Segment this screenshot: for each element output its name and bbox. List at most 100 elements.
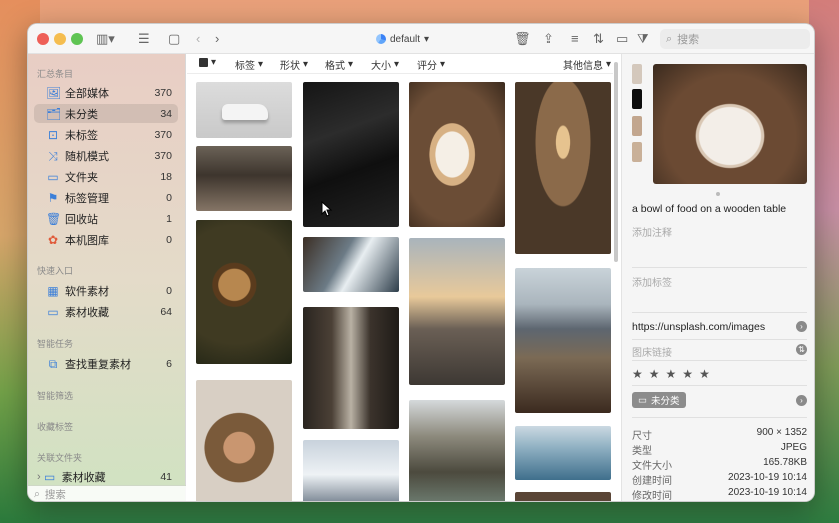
sidebar-item-software-assets[interactable]: ▦ 软件素材 0 bbox=[34, 281, 178, 300]
thumbnail-magnifier[interactable] bbox=[196, 220, 292, 364]
thumbnail-partial[interactable] bbox=[515, 492, 611, 501]
rating-stars[interactable]: ★ ★ ★ ★ ★ bbox=[632, 367, 710, 381]
meta-row: 尺寸 900 × 1352 bbox=[632, 427, 807, 442]
sidebar-search[interactable]: ⌕ 搜索 bbox=[28, 485, 186, 501]
toolbar-search-input[interactable]: 搜索 bbox=[677, 31, 699, 47]
image-link-input[interactable]: 图床链接 bbox=[632, 344, 672, 359]
divider bbox=[632, 312, 807, 313]
inspector-toggle-icon[interactable]: ▭ bbox=[616, 30, 628, 48]
list-view-icon[interactable]: ≡ bbox=[571, 30, 579, 48]
grid-icon: ▦ bbox=[47, 283, 59, 298]
share-icon[interactable]: ⇪ bbox=[543, 30, 554, 48]
forward-icon[interactable]: › bbox=[215, 30, 219, 48]
chevron-right-icon[interactable]: › bbox=[37, 471, 41, 483]
filter-shape[interactable]: 形状 ▾ bbox=[280, 57, 308, 72]
sidebar-item-shuffle[interactable]: ⤨ 随机模式 370 bbox=[34, 146, 178, 165]
sort-list-icon[interactable]: ☰ bbox=[138, 30, 150, 48]
thumbnail-people-stairs[interactable] bbox=[196, 146, 292, 211]
untagged-icon: ⊡ bbox=[47, 127, 59, 142]
color-swatch[interactable] bbox=[632, 116, 642, 136]
filter-rating[interactable]: 评分 ▾ bbox=[417, 57, 445, 72]
zoom-window-button[interactable] bbox=[71, 33, 83, 45]
sidebar-item-uncategorized[interactable]: 🗂 未分类 34 bbox=[34, 104, 178, 123]
thumbnail-arched-window[interactable] bbox=[515, 82, 611, 254]
library-selector[interactable]: default ▾ bbox=[376, 31, 429, 47]
close-window-button[interactable] bbox=[37, 33, 49, 45]
grid-scrollbar[interactable] bbox=[614, 62, 618, 262]
open-link-icon[interactable]: › bbox=[796, 321, 807, 332]
divider bbox=[632, 267, 807, 268]
folder-chip[interactable]: ▭ 未分类 bbox=[632, 392, 686, 408]
sidebar-item-trash[interactable]: 🗑 回收站 1 bbox=[34, 209, 178, 228]
chevron-down-icon: ▾ bbox=[211, 57, 217, 68]
link-settings-icon[interactable]: ⇅ bbox=[796, 344, 807, 355]
window-icon[interactable]: ▢ bbox=[168, 30, 180, 48]
color-swatch[interactable] bbox=[632, 64, 642, 84]
source-url-row: https://unsplash.com/images › bbox=[632, 321, 807, 333]
uncategorized-icon: 🗂 bbox=[46, 106, 62, 121]
trash-icon[interactable]: 🗑 bbox=[514, 30, 531, 48]
sidebar-item-duplicates[interactable]: ⧉ 查找重复素材 6 bbox=[34, 354, 178, 373]
thumbnail-car[interactable] bbox=[196, 82, 292, 138]
divider bbox=[632, 417, 807, 418]
sidebar-item-favorites[interactable]: ▭ 素材收藏 64 bbox=[34, 302, 178, 321]
sidebar-toggle-icon[interactable]: ▥▾ bbox=[96, 30, 115, 48]
chevron-down-icon: ▾ bbox=[303, 59, 309, 70]
resize-handle[interactable] bbox=[716, 192, 720, 196]
sort-icon[interactable]: ⇅ bbox=[593, 30, 604, 48]
filter-more-info[interactable]: 其他信息 ▾ bbox=[563, 57, 611, 72]
filter-bar: ▾ 标签 ▾ 形状 ▾ 格式 ▾ 大小 ▾ 评分 ▾ 其他信息 ▾ bbox=[187, 54, 613, 74]
library-icon bbox=[376, 34, 386, 44]
folder-go-icon[interactable]: › bbox=[796, 395, 807, 406]
sidebar-item-all[interactable]: 🖼 全部媒体 370 bbox=[34, 83, 178, 102]
filter-size[interactable]: 大小 ▾ bbox=[371, 57, 399, 72]
star-icon[interactable]: ★ bbox=[632, 367, 643, 381]
thumbnail-dark-leaves[interactable] bbox=[303, 82, 399, 227]
sidebar-item-folders[interactable]: ▭ 文件夹 18 bbox=[34, 167, 178, 186]
sidebar-item-untagged[interactable]: ⊡ 未标签 370 bbox=[34, 125, 178, 144]
inspector-panel: a bowl of food on a wooden table 添加注释 添加… bbox=[621, 54, 814, 501]
chevron-down-icon: ▾ bbox=[440, 59, 446, 70]
thumbnail-canyon-river[interactable] bbox=[409, 400, 505, 501]
sidebar-item-linked-folder[interactable]: › ▭ 素材收藏 41 bbox=[34, 467, 178, 486]
minimize-window-button[interactable] bbox=[54, 33, 66, 45]
filter-tag[interactable]: 标签 ▾ bbox=[235, 57, 263, 72]
annotation-input[interactable]: 添加注释 bbox=[632, 224, 672, 239]
thumbnail-island[interactable] bbox=[515, 426, 611, 480]
chevron-down-icon: ▾ bbox=[394, 59, 400, 70]
sidebar-item-photos[interactable]: ✿ 本机图库 0 bbox=[34, 230, 178, 249]
meta-row: 创建时间 2023-10-19 10:14 bbox=[632, 472, 807, 487]
duplicate-icon: ⧉ bbox=[48, 356, 58, 371]
filter-icon[interactable]: ⧩ bbox=[637, 30, 649, 48]
color-swatch[interactable] bbox=[632, 89, 642, 109]
sidebar-item-tags[interactable]: ⚑ 标签管理 0 bbox=[34, 188, 178, 207]
color-swatch[interactable] bbox=[632, 142, 642, 162]
thumbnail-snow-mountain[interactable] bbox=[303, 440, 399, 501]
thumbnail-ocean-rocks[interactable] bbox=[303, 237, 399, 292]
back-icon[interactable]: ‹ bbox=[196, 30, 200, 48]
meta-row: 类型 JPEG bbox=[632, 442, 807, 457]
star-icon[interactable]: ★ bbox=[649, 367, 660, 381]
toolbar-search[interactable]: ⌕ 搜索 bbox=[660, 29, 810, 49]
folder-icon: ▭ bbox=[47, 169, 59, 184]
star-icon[interactable]: ★ bbox=[666, 367, 677, 381]
library-name: default bbox=[390, 33, 421, 45]
star-icon[interactable]: ★ bbox=[682, 367, 693, 381]
source-url[interactable]: https://unsplash.com/images bbox=[632, 321, 765, 333]
divider bbox=[632, 339, 807, 340]
thumbnail-city-skyline[interactable] bbox=[409, 238, 505, 385]
star-icon[interactable]: ★ bbox=[699, 367, 710, 381]
media-grid bbox=[187, 75, 613, 501]
thumbnail-lake-mountains[interactable] bbox=[515, 268, 611, 413]
thumbnail-food-bowl[interactable] bbox=[409, 82, 505, 227]
thumbnail-alley[interactable] bbox=[303, 307, 399, 429]
image-preview[interactable] bbox=[653, 64, 807, 184]
tag-input[interactable]: 添加标签 bbox=[632, 274, 672, 289]
filter-format[interactable]: 格式 ▾ bbox=[325, 57, 353, 72]
photos-icon: ✿ bbox=[47, 232, 59, 247]
image-title[interactable]: a bowl of food on a wooden table bbox=[632, 203, 786, 215]
color-filter[interactable]: ▾ bbox=[199, 57, 216, 68]
app-window: ▥▾ ☰ ▢ ‹ › default ▾ 🗑 ⇪ ≡ ⇅ ▭ ⧩ ⌕ 搜索 汇总… bbox=[27, 23, 815, 502]
sidebar-search-input[interactable]: 搜索 bbox=[45, 487, 66, 501]
thumbnail-mushroom[interactable] bbox=[196, 380, 292, 501]
